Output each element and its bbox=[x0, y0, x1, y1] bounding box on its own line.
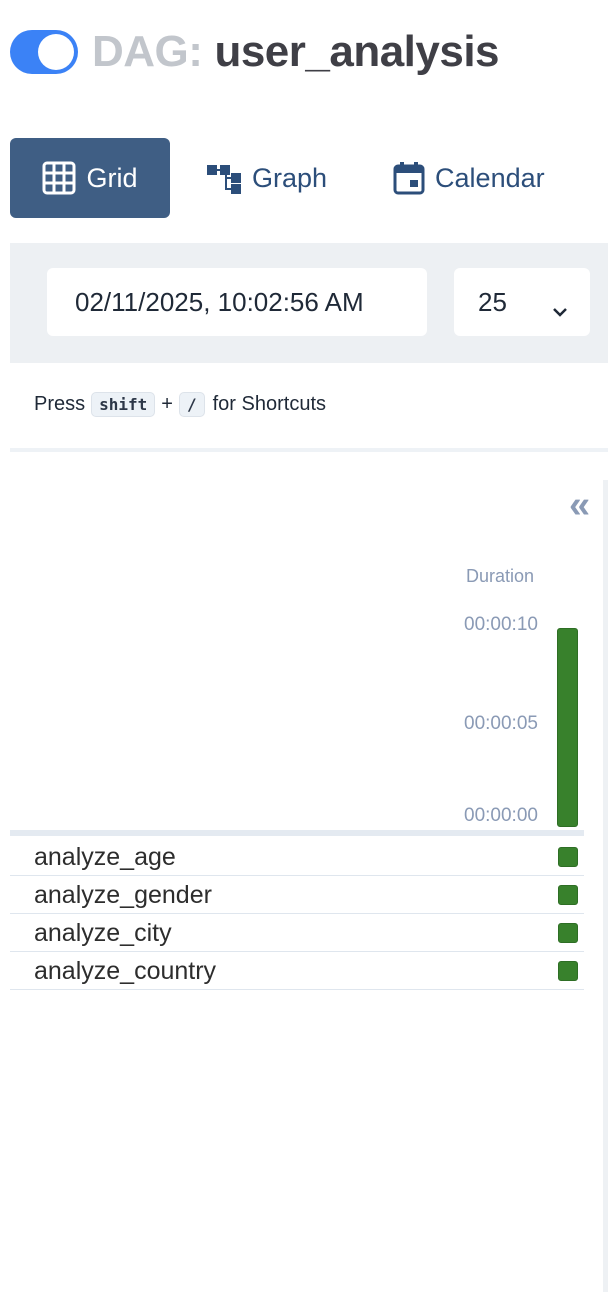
tab-calendar[interactable]: Calendar bbox=[393, 138, 545, 218]
dag-header: DAG: user_analysis bbox=[10, 27, 500, 76]
panel-resize-handle[interactable] bbox=[603, 480, 608, 1292]
task-row[interactable]: analyze_gender bbox=[10, 876, 584, 914]
task-instance-status-cell[interactable] bbox=[558, 885, 578, 905]
base-date-input[interactable]: 02/11/2025, 10:02:56 AM bbox=[47, 268, 427, 336]
task-row[interactable]: analyze_city bbox=[10, 914, 584, 952]
kbd-shift: shift bbox=[91, 392, 156, 417]
duration-tick-label: 00:00:00 bbox=[464, 805, 538, 826]
tab-calendar-label: Calendar bbox=[435, 162, 545, 193]
task-name[interactable]: analyze_city bbox=[34, 919, 172, 948]
duration-tick-label: 00:00:10 bbox=[464, 614, 538, 635]
shortcuts-hint: Press shift + / for Shortcuts bbox=[34, 392, 326, 417]
task-instance-status-cell[interactable] bbox=[558, 923, 578, 943]
tab-graph[interactable]: Graph bbox=[206, 138, 327, 218]
page-title: DAG: user_analysis bbox=[92, 27, 500, 76]
section-divider bbox=[10, 448, 608, 452]
duration-tick-label: 00:00:05 bbox=[464, 713, 538, 734]
kbd-slash: / bbox=[178, 392, 205, 417]
task-name[interactable]: analyze_country bbox=[34, 957, 216, 986]
view-tabs: Grid Graph Calendar bbox=[10, 138, 545, 218]
task-instance-status-cell[interactable] bbox=[558, 847, 578, 867]
tab-graph-label: Graph bbox=[252, 162, 328, 193]
shortcuts-press: Press bbox=[34, 393, 86, 415]
task-row[interactable]: analyze_country bbox=[10, 952, 584, 990]
shortcuts-suffix: for Shortcuts bbox=[212, 393, 327, 415]
collapse-panel-button[interactable]: « bbox=[569, 485, 590, 525]
chevron-down-icon bbox=[552, 294, 568, 325]
graph-icon bbox=[206, 161, 242, 195]
title-prefix: DAG: bbox=[92, 27, 203, 76]
task-name[interactable]: analyze_age bbox=[34, 843, 176, 872]
grid-icon bbox=[42, 161, 76, 195]
tab-grid[interactable]: Grid bbox=[10, 138, 170, 218]
dag-pause-toggle[interactable] bbox=[10, 30, 78, 74]
shortcuts-plus: + bbox=[161, 393, 173, 415]
task-instance-status-cell[interactable] bbox=[558, 961, 578, 981]
calendar-icon bbox=[393, 161, 425, 195]
toggle-knob bbox=[38, 34, 74, 70]
task-row[interactable]: analyze_age bbox=[10, 838, 584, 876]
duration-label: Duration bbox=[466, 566, 535, 586]
tab-grid-label: Grid bbox=[86, 162, 138, 193]
dag-run-duration-bar[interactable] bbox=[557, 628, 578, 827]
num-runs-select[interactable]: 25 bbox=[454, 268, 590, 336]
num-runs-value: 25 bbox=[478, 286, 507, 317]
filters-bar: 02/11/2025, 10:02:56 AM 25 bbox=[10, 243, 608, 363]
task-name[interactable]: analyze_gender bbox=[34, 881, 212, 910]
dag-id: user_analysis bbox=[214, 27, 500, 76]
duration-axis bbox=[10, 830, 584, 836]
